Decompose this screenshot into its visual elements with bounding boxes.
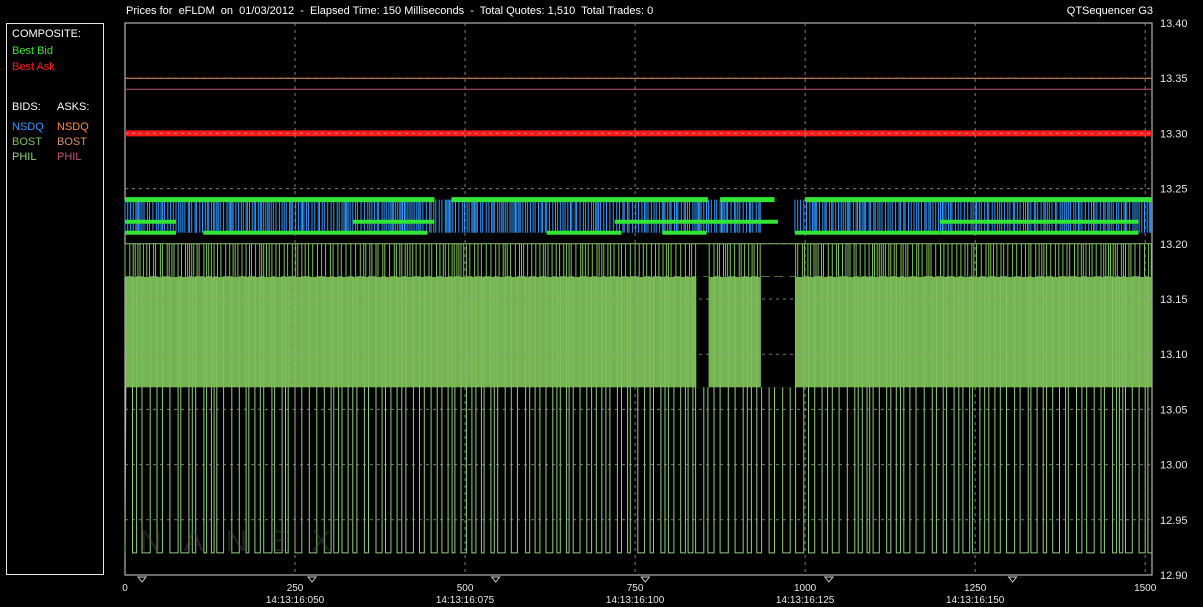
x-tick-label: 500	[457, 583, 474, 594]
x-time-label: 14:13:16:075	[436, 595, 495, 606]
bost-bid-gap	[760, 276, 795, 388]
bost-bid-gap	[696, 276, 709, 388]
y-tick-label: 13.30	[1160, 128, 1188, 140]
x-axis-marker	[490, 576, 501, 583]
y-tick-label: 13.10	[1160, 349, 1188, 361]
x-time-label: 14:13:16:125	[776, 595, 835, 606]
x-time-label: 14:13:16:050	[266, 595, 325, 606]
y-tick-label: 13.35	[1160, 73, 1188, 85]
x-time-label: 14:13:16:100	[606, 595, 665, 606]
y-tick-label: 13.00	[1160, 460, 1188, 472]
y-tick-label: 13.40	[1160, 18, 1188, 30]
bost-bid-band	[125, 276, 1152, 388]
y-tick-label: 12.90	[1160, 570, 1188, 582]
x-axis-marker	[306, 576, 318, 583]
x-axis-marker	[823, 576, 834, 583]
y-tick-label: 13.05	[1160, 404, 1188, 416]
x-tick-label: 0	[122, 583, 128, 594]
nanex-watermark: NANEX	[140, 525, 353, 558]
y-tick-label: 13.25	[1160, 184, 1188, 196]
x-tick-label: 1250	[964, 583, 987, 594]
x-tick-label: 1000	[794, 583, 817, 594]
x-tick-label: 750	[627, 583, 644, 594]
x-axis-marker	[640, 576, 651, 583]
x-axis-marker	[136, 576, 148, 583]
y-tick-label: 13.20	[1160, 239, 1188, 251]
x-time-label: 14:13:16:150	[946, 595, 1005, 606]
x-axis-marker	[1007, 576, 1018, 583]
y-tick-label: 12.95	[1160, 515, 1188, 527]
y-tick-label: 13.15	[1160, 294, 1188, 306]
price-chart: NANEX 12.90 12.95 13.00 13.05 13.10 13.15 13.20…	[122, 18, 1188, 606]
x-tick-label: 250	[287, 583, 304, 594]
x-tick-label: 1500	[1134, 583, 1157, 594]
